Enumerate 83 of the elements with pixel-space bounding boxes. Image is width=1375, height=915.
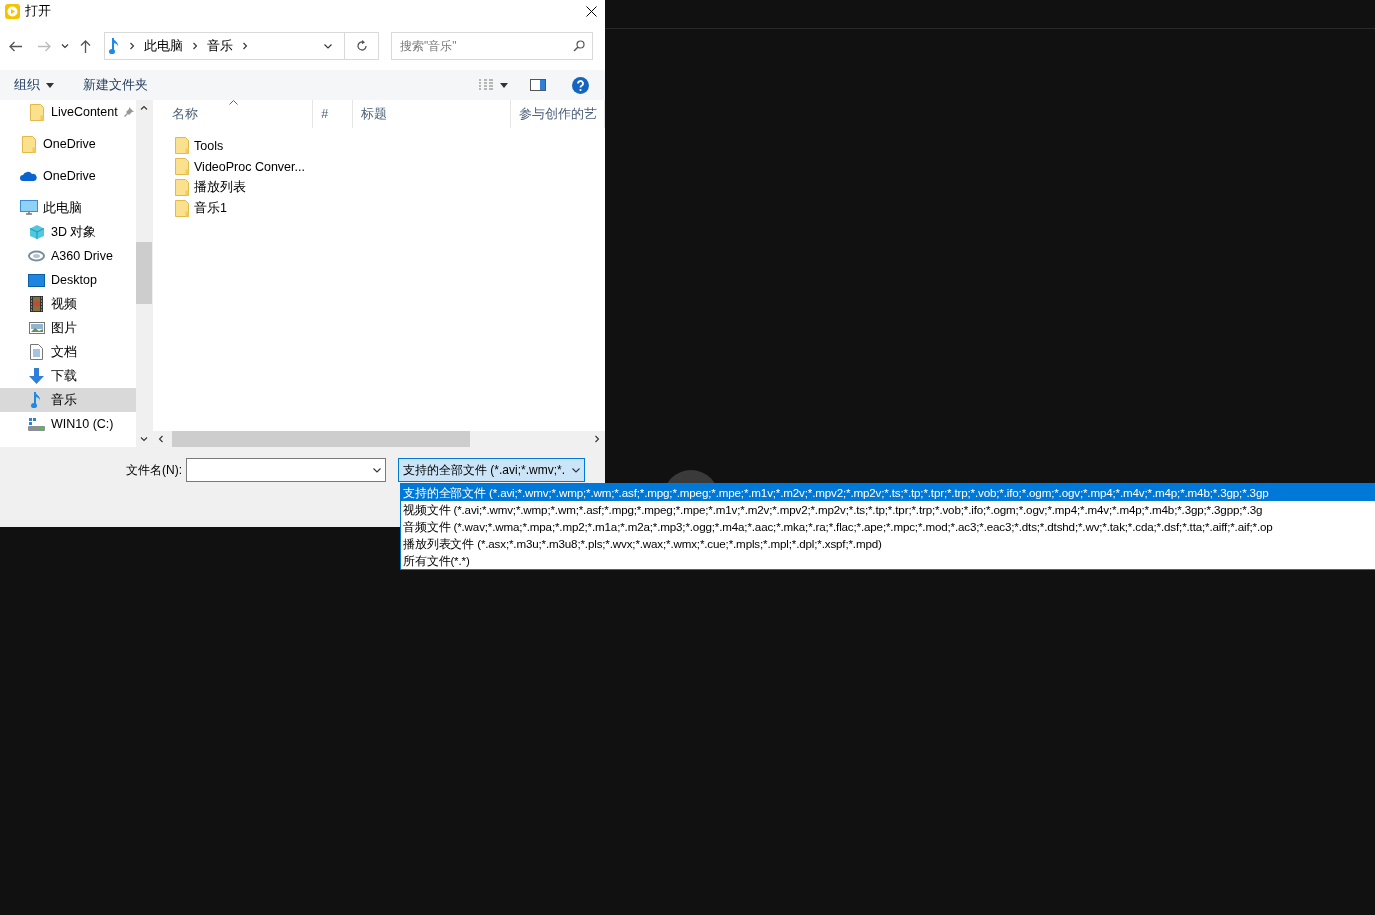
cloud-icon [20,171,37,181]
chevron-down-icon [572,466,580,474]
music-note-icon [31,391,42,409]
folder-icon [175,200,189,217]
arrow-up-icon [79,39,91,53]
column-header[interactable]: 名称 [153,100,314,128]
chevron-right-icon [241,42,249,50]
cube-icon [28,224,45,240]
organize-button[interactable]: 组织 [8,73,60,97]
sidebar-item[interactable]: LiveContent [0,100,136,124]
refresh-icon [355,40,368,52]
sidebar-item[interactable]: A360 Drive [0,244,136,268]
folder-icon [29,103,44,121]
chevron-down-icon [373,466,381,474]
file-type-dropdown[interactable]: 支持的全部文件 (*.avi;*.wmv;*. [398,458,585,482]
swirl-icon [28,250,45,262]
sidebar-item[interactable]: 图片 [0,316,136,340]
chevron-right-icon [191,42,199,50]
chevron-right-icon [593,435,601,443]
file-item[interactable]: VideoProc Conver... [153,156,605,177]
arrow-right-icon [37,40,51,52]
picture-icon [28,322,45,334]
help-icon [572,76,589,94]
sidebar-item[interactable]: OneDrive [0,164,136,188]
close-icon [585,5,597,17]
search-field[interactable]: 搜索"音乐" [391,32,593,60]
chevron-left-icon [157,435,165,443]
computer-icon [19,200,38,216]
desktop-icon [28,273,45,287]
scrollbar[interactable] [153,431,605,447]
music-note-icon [109,37,120,55]
file-name-label: 文件名(N): [126,462,182,479]
window-title: 打开 [25,2,52,20]
app-logo-icon [5,3,20,19]
file-type-option[interactable]: 视频文件 (*.avi;*.wmv;*.wmp;*.wm;*.asf;*.mpg;*.mpeg;*.mpe;*.m1v;*.m2v;*.mpv2;*.mp2v;*.ts;*.tp;*.tpr;*.trp;*.vob;*.ifo;*.ogm;*.ogv;*.mp4;*.m4v;*.m4p;*.m4b;*.3gp;*.3gpp;*.3g [401,501,1263,518]
file-type-option[interactable]: 所有文件(*.*) [401,552,470,569]
column-header[interactable]: 标题 [352,100,512,128]
search-icon [573,40,585,52]
list-view-icon [478,79,494,91]
sidebar-item[interactable]: Desktop [0,268,136,292]
drive-icon [28,417,45,431]
sidebar-item[interactable]: 此电脑 [0,196,136,220]
sidebar-item[interactable]: WIN10 (C:) [0,412,136,436]
sort-up-icon [228,100,238,105]
address-bar[interactable]: 此电脑 音乐 [104,32,379,60]
column-header[interactable]: # [313,100,353,128]
sidebar-item[interactable]: OneDrive [0,132,136,156]
folder-icon [175,179,189,196]
pane-icon [530,79,546,91]
column-header[interactable]: 参与创作的艺 [511,100,605,128]
caret-down-icon [500,82,508,88]
file-item[interactable]: Tools [153,135,605,156]
sidebar-item[interactable]: 3D 对象 [0,220,136,244]
file-type-option[interactable]: 音频文件 (*.wav;*.wma;*.mpa;*.mp2;*.m1a;*.m2a;*.mp3;*.ogg;*.m4a;*.aac;*.mka;*.ra;*.flac;*.ape;*.mpc;*.mod;*.ac3;*.eac3;*.dts;*.dtshd;*.wv;*.tak;*.cda;*.dsf;*.tta;*.aiff;*.aif;*.op [401,518,1273,535]
breadcrumb[interactable]: 音乐 [207,37,233,55]
chevron-down-icon [61,42,69,50]
sidebar-item[interactable]: 视频 [0,292,136,316]
folder-icon [175,137,189,154]
file-item[interactable]: 音乐1 [153,198,605,219]
scrollbar[interactable] [136,100,152,447]
document-icon [30,344,43,360]
pin-icon [123,107,134,117]
chevron-right-icon [128,42,136,50]
download-arrow-icon [29,368,44,384]
file-item[interactable]: 播放列表 [153,177,605,198]
new-folder-button[interactable]: 新建文件夹 [77,73,154,97]
sidebar-item[interactable]: 音乐 [0,388,136,412]
film-icon [30,296,43,312]
caret-down-icon [46,82,54,88]
scrollbar-thumb[interactable] [172,431,470,447]
arrow-left-icon [8,40,22,52]
sidebar-item[interactable]: 文档 [0,340,136,364]
sidebar-item[interactable]: 下载 [0,364,136,388]
file-name-field[interactable] [186,458,386,482]
breadcrumb[interactable]: 此电脑 [144,37,183,55]
file-type-option[interactable]: 播放列表文件 (*.asx;*.m3u;*.m3u8;*.pls;*.wvx;*.wax;*.wmx;*.cue;*.mpls;*.mpl;*.dpl;*.xspf;*.mpd) [401,535,882,552]
chevron-down-icon [323,42,332,50]
scrollbar-thumb[interactable] [136,242,152,304]
folder-icon [21,135,36,153]
folder-icon [175,158,189,175]
file-type-option[interactable]: 支持的全部文件 (*.avi;*.wmv;*.wmp;*.wm;*.asf;*.mpg;*.mpeg;*.mpe;*.m1v;*.m2v;*.mpv2;*.mp2v;*.ts;*.tp;*.tpr;*.trp;*.vob;*.ifo;*.ogm;*.ogv;*.mp4;*.m4v;*.m4p;*.m4b;*.3gp;*.3gp [401,484,1375,501]
chevron-up-icon [140,104,148,112]
chevron-down-icon [140,435,148,443]
